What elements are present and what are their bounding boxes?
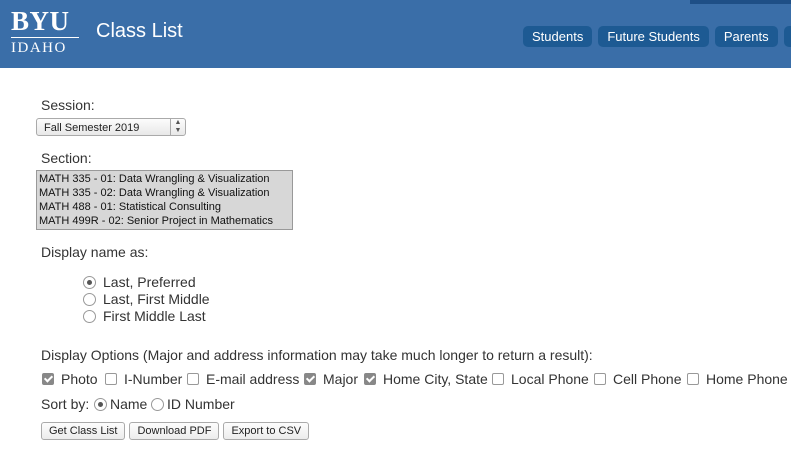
option-major[interactable]: Major [304, 371, 358, 387]
checkbox[interactable] [187, 373, 199, 385]
nav-future-students-button[interactable]: Future Students [598, 26, 709, 47]
header-accent-strip [690, 0, 791, 4]
checkbox-label: Cell Phone [613, 371, 682, 387]
get-class-list-button[interactable]: Get Class List [41, 422, 126, 440]
section-option[interactable]: MATH 335 - 01: Data Wrangling & Visualiz… [39, 172, 290, 186]
nav-parents-button[interactable]: Parents [714, 26, 778, 47]
radio-button[interactable] [83, 292, 96, 306]
nav-students-button[interactable]: Students [523, 26, 593, 47]
checkbox-label: Home City, State [383, 371, 488, 387]
radio-button[interactable] [83, 309, 96, 323]
checkbox[interactable] [492, 373, 504, 385]
session-select-value: Fall Semester 2019 [44, 122, 140, 134]
display-name-label: Display name as: [41, 244, 149, 260]
page-title: Class List [96, 20, 183, 42]
option-home-phone[interactable]: Home Phone [687, 371, 788, 387]
radio-button[interactable] [151, 397, 164, 411]
checkbox-checked[interactable] [42, 373, 54, 385]
section-option[interactable]: MATH 335 - 02: Data Wrangling & Visualiz… [39, 186, 290, 200]
sort-option-name[interactable]: Name [94, 396, 147, 412]
select-updown-icon: ▲ ▼ [170, 119, 185, 135]
checkbox-checked[interactable] [304, 373, 316, 385]
option-i-number[interactable]: I-Number [105, 371, 182, 387]
download-pdf-button[interactable]: Download PDF [129, 422, 220, 440]
radio-button-selected[interactable] [94, 397, 107, 411]
action-buttons: Get Class List Download PDF Export to CS… [41, 422, 310, 440]
logo-divider [11, 37, 79, 38]
section-listbox[interactable]: MATH 335 - 01: Data Wrangling & Visualiz… [36, 170, 293, 230]
option-home-city-state[interactable]: Home City, State [364, 371, 488, 387]
checkbox[interactable] [687, 373, 699, 385]
sort-option-id-number[interactable]: ID Number [151, 396, 235, 412]
display-name-option-first-middle-last[interactable]: First Middle Last [83, 308, 206, 324]
checkbox[interactable] [594, 373, 606, 385]
checkbox-label: Photo [61, 371, 98, 387]
option-cell-phone[interactable]: Cell Phone [594, 371, 682, 387]
site-header: BYU IDAHO Class List Students Future Stu… [0, 0, 791, 68]
radio-label: ID Number [167, 396, 235, 412]
section-label: Section: [41, 150, 92, 166]
logo-idaho-text: IDAHO [11, 40, 67, 56]
session-label: Session: [41, 97, 95, 113]
radio-label: Last, First Middle [103, 291, 210, 307]
radio-label: Last, Preferred [103, 274, 196, 290]
sort-by-label: Sort by: [41, 396, 90, 412]
display-name-option-last-preferred[interactable]: Last, Preferred [83, 274, 196, 290]
radio-label: First Middle Last [103, 308, 206, 324]
section-option[interactable]: MATH 488 - 01: Statistical Consulting [39, 200, 290, 214]
byu-idaho-logo[interactable]: BYU IDAHO [11, 6, 81, 56]
checkbox-checked[interactable] [364, 373, 376, 385]
section-option[interactable]: MATH 499R - 02: Senior Project in Mathem… [39, 214, 290, 228]
nav-employees-button[interactable]: Em [783, 26, 791, 47]
session-select[interactable]: Fall Semester 2019 ▲ ▼ [36, 118, 186, 136]
checkbox-label: Local Phone [511, 371, 589, 387]
radio-button-selected[interactable] [83, 275, 96, 289]
display-name-option-last-first-middle[interactable]: Last, First Middle [83, 291, 210, 307]
export-to-csv-button[interactable]: Export to CSV [223, 422, 310, 440]
option-photo[interactable]: Photo [42, 371, 98, 387]
top-nav: Students Future Students Parents Em [523, 26, 791, 47]
display-options-label: Display Options (Major and address infor… [41, 347, 593, 363]
logo-byu-text: BYU [11, 6, 70, 36]
option-email-address[interactable]: E-mail address [187, 371, 299, 387]
option-local-phone[interactable]: Local Phone [492, 371, 589, 387]
checkbox[interactable] [105, 373, 117, 385]
checkbox-label: I-Number [124, 371, 183, 387]
checkbox-label: Home Phone [706, 371, 788, 387]
checkbox-label: E-mail address [206, 371, 300, 387]
radio-label: Name [110, 396, 148, 412]
checkbox-label: Major [323, 371, 359, 387]
